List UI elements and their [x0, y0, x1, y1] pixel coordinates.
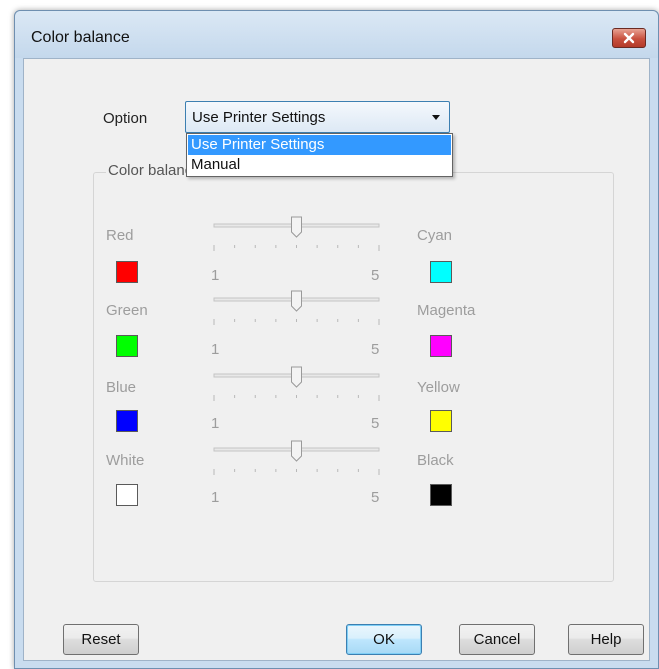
option-select-value: Use Printer Settings: [192, 109, 326, 126]
white-swatch: [116, 484, 138, 506]
slider-max-label: 5: [371, 415, 380, 432]
green-label: Green: [106, 302, 148, 319]
option-select[interactable]: Use Printer Settings: [185, 101, 450, 133]
ok-button[interactable]: OK: [346, 624, 422, 655]
slider-min-label: 1: [211, 267, 220, 284]
slider-thumb: [291, 440, 302, 462]
dropdown-item-use-printer-settings[interactable]: Use Printer Settings: [188, 135, 451, 155]
slider-thumb: [291, 366, 302, 388]
black-swatch: [430, 484, 452, 506]
red-cyan-slider[interactable]: [211, 215, 383, 275]
reset-button[interactable]: Reset: [63, 624, 139, 655]
help-button[interactable]: Help: [568, 624, 644, 655]
slider-min-label: 1: [211, 489, 220, 506]
slider-thumb: [291, 290, 302, 312]
blue-swatch: [116, 410, 138, 432]
magenta-label: Magenta: [417, 302, 476, 319]
slider-graphic: [213, 216, 380, 251]
green-swatch: [116, 335, 138, 357]
cyan-swatch: [430, 261, 452, 283]
dropdown-item-manual[interactable]: Manual: [188, 155, 451, 175]
close-icon: [623, 32, 635, 44]
cancel-button[interactable]: Cancel: [459, 624, 535, 655]
slider-max-label: 5: [371, 489, 380, 506]
slider-thumb: [291, 216, 302, 238]
option-dropdown-list: Use Printer Settings Manual: [186, 133, 453, 177]
slider-max-label: 5: [371, 267, 380, 284]
yellow-swatch: [430, 410, 452, 432]
blue-yellow-slider[interactable]: [211, 365, 383, 425]
white-label: White: [106, 452, 145, 469]
dialog-content: Option Use Printer Settings Color balanc…: [23, 58, 650, 661]
title-bar[interactable]: Color balance: [15, 11, 658, 58]
slider-graphic: [213, 440, 380, 475]
close-button[interactable]: [612, 28, 646, 48]
red-swatch: [116, 261, 138, 283]
option-label: Option: [103, 110, 148, 127]
slider-min-label: 1: [211, 341, 220, 358]
magenta-swatch: [430, 335, 452, 357]
slider-max-label: 5: [371, 341, 380, 358]
dialog-title: Color balance: [31, 29, 130, 46]
chevron-down-icon: [432, 115, 440, 120]
slider-graphic: [213, 290, 380, 325]
red-label: Red: [106, 227, 134, 244]
black-label: Black: [417, 452, 454, 469]
slider-min-label: 1: [211, 415, 220, 432]
green-magenta-slider[interactable]: [211, 289, 383, 349]
cyan-label: Cyan: [417, 227, 453, 244]
color-balance-dialog: Color balance Option Use Printer Setting…: [14, 10, 659, 669]
white-black-slider[interactable]: [211, 439, 383, 499]
blue-label: Blue: [106, 379, 137, 396]
group-title: Color balance: [106, 162, 198, 179]
slider-graphic: [213, 366, 380, 401]
yellow-label: Yellow: [417, 379, 460, 396]
